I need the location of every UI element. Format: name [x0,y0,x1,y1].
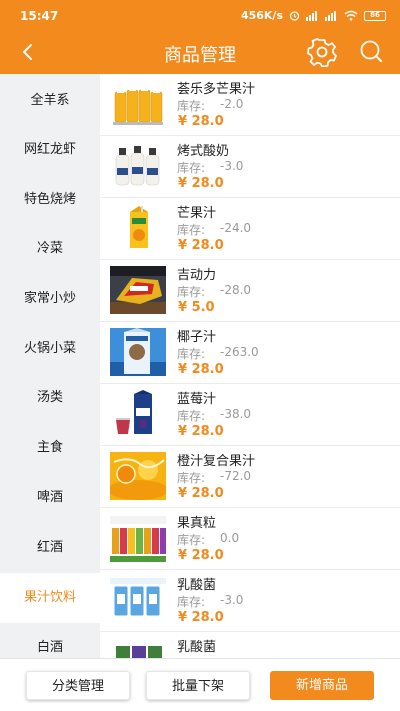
product-price: ¥ 28.0 [178,424,224,439]
product-row[interactable]: 吉动力 库存: -28.0 ¥ 5.0 [100,260,400,322]
product-price: ¥ 28.0 [178,114,224,129]
stock-value: -2.0 [220,97,244,111]
product-image-lactic-pack [110,576,166,624]
category-sidebar: 全羊系 网红龙虾 特色烧烤 冷菜 家常小炒 火锅小菜 汤类 主食 啤酒 红酒 果… [0,74,100,658]
search-icon [360,40,382,62]
stock-label: 库存: [177,99,206,113]
category-item[interactable]: 白酒 [0,623,100,658]
stock-value: -72.0 [220,469,252,483]
product-row[interactable]: 椰子汁 库存: -263.0 ¥ 28.0 [100,322,400,384]
signal-x-icon [306,11,317,21]
category-item[interactable]: 特色烧烤 [0,175,100,225]
stock-label: 库存: [177,595,206,609]
category-item[interactable]: 红酒 [0,523,100,573]
product-name: 果真粒 [177,516,217,531]
product-name: 吉动力 [177,268,217,283]
product-image-orange-splash [110,452,166,500]
product-name: 乳酸菌 [177,640,217,655]
product-name: 乳酸菌 [177,578,217,593]
product-row[interactable]: 乳酸菌 [100,632,400,658]
title-bar: 商品管理 [0,30,400,74]
category-item[interactable]: 啤酒 [0,473,100,523]
category-manage-button[interactable]: 分类管理 [26,671,130,700]
app-header: 15:47 456K/s 86 商品管理 [0,0,400,74]
product-image-yogurt-bottles [110,142,166,190]
product-image-mango-bottles [110,80,166,128]
batch-offline-button[interactable]: 批量下架 [146,671,250,700]
stock-label: 库存: [177,347,206,361]
product-price: ¥ 28.0 [178,362,224,377]
gear-icon [307,38,337,68]
net-speed: 456K/s [240,9,283,22]
product-name: 芒果汁 [177,206,217,221]
product-name: 橙汁复合果汁 [177,454,256,469]
stock-value: -24.0 [220,221,252,235]
bottom-action-bar: 分类管理 批量下架 新增商品 [0,658,400,711]
stock-value: -263.0 [220,345,259,359]
product-price: ¥ 28.0 [178,238,224,253]
stock-value: -3.0 [220,159,244,173]
product-price: ¥ 28.0 [178,610,224,625]
wifi-icon [344,10,358,21]
stock-value: -38.0 [220,407,252,421]
battery-level: 86 [370,10,380,19]
product-image-coconut-carton [110,328,166,376]
product-name: 烤式酸奶 [177,144,230,159]
product-row[interactable]: 乳酸菌 库存: -3.0 ¥ 28.0 [100,570,400,632]
category-item[interactable]: 家常小炒 [0,274,100,324]
add-product-button[interactable]: 新增商品 [270,671,374,700]
category-item-active[interactable]: 果汁饮料 [0,573,100,623]
stock-label: 库存: [177,161,206,175]
category-item[interactable]: 主食 [0,423,100,473]
product-price: ¥ 28.0 [178,548,224,563]
stock-label: 库存: [177,409,206,423]
status-time: 15:47 [20,9,59,23]
product-name: 椰子汁 [177,330,217,345]
product-row[interactable]: 蓝莓汁 库存: -38.0 ¥ 28.0 [100,384,400,446]
stock-value: 0.0 [220,531,240,545]
product-row[interactable]: 橙汁复合果汁 库存: -72.0 ¥ 28.0 [100,446,400,508]
product-image-bottle-lineup [110,514,166,562]
stock-value: -3.0 [220,593,244,607]
product-row[interactable]: 烤式酸奶 库存: -3.0 ¥ 28.0 [100,136,400,198]
product-row[interactable]: 果真粒 库存: 0.0 ¥ 28.0 [100,508,400,570]
search-button[interactable] [357,38,385,66]
battery-icon: 86 [364,10,386,21]
stock-label: 库存: [177,223,206,237]
product-price: ¥ 28.0 [178,176,224,191]
stock-value: -28.0 [220,283,252,297]
stock-label: 库存: [177,285,206,299]
category-item[interactable]: 网红龙虾 [0,125,100,175]
product-image-lactic-pack-2 [110,638,166,658]
alarm-icon [289,11,300,21]
product-image-mango-carton [110,204,166,252]
category-item[interactable]: 汤类 [0,373,100,423]
product-list: 荟乐多芒果汁 库存: -2.0 ¥ 28.0 烤式酸奶 库存: -3.0 ¥ 2… [100,74,400,658]
product-name: 荟乐多芒果汁 [177,82,256,97]
settings-button[interactable] [307,37,337,68]
category-item[interactable]: 火锅小菜 [0,324,100,374]
product-row[interactable]: 芒果汁 库存: -24.0 ¥ 28.0 [100,198,400,260]
product-row[interactable]: 荟乐多芒果汁 库存: -2.0 ¥ 28.0 [100,74,400,136]
stock-label: 库存: [177,471,206,485]
product-price: ¥ 5.0 [178,300,215,315]
stock-label: 库存: [177,533,206,547]
page-title: 商品管理 [164,45,236,66]
product-image-blueberry-carton [110,390,166,438]
signal-icon [325,11,336,21]
product-name: 蓝莓汁 [177,392,217,407]
product-image-energy-can [110,266,166,314]
product-price: ¥ 28.0 [178,486,224,501]
category-item[interactable]: 全羊系 [0,76,100,126]
status-bar: 15:47 456K/s 86 [0,0,400,30]
status-indicators: 456K/s 86 [241,9,386,22]
category-item[interactable]: 冷菜 [0,224,100,274]
